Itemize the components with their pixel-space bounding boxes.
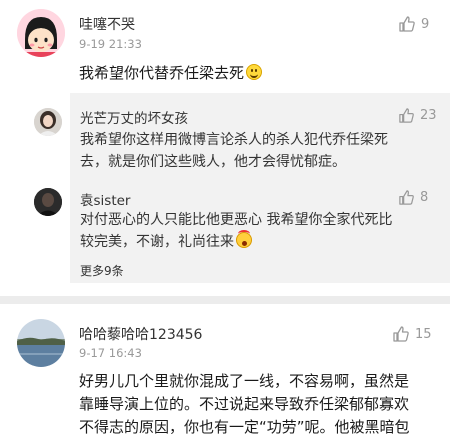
comment-text-line: 靠睡导演上位的。不过说起来导致乔任梁郁郁寡欢 bbox=[79, 395, 410, 413]
avatar[interactable] bbox=[34, 108, 62, 136]
like-count: 15 bbox=[415, 326, 432, 342]
like-count: 9 bbox=[421, 16, 430, 32]
like-count: 8 bbox=[420, 190, 429, 205]
thumbs-up-icon bbox=[399, 190, 414, 205]
shocked-emoji bbox=[236, 230, 252, 248]
timestamp: 9-19 21:33 bbox=[79, 37, 142, 51]
reply-text-line: 我希望你这样用微博言论杀人的杀人犯代乔任梁死 bbox=[80, 132, 388, 148]
reply-text: 我希望你这样用微博言论杀人的杀人犯代乔任梁死 去，就是你们这些贱人，他才会得忧郁… bbox=[80, 129, 388, 173]
thumbs-up-icon bbox=[393, 326, 409, 342]
reply-username[interactable]: 袁sister bbox=[80, 189, 130, 209]
reply-section: 光芒万丈的坏女孩 23 我希望你这样用微博言论杀人的杀人犯代乔任梁死 去，就是你… bbox=[34, 93, 450, 283]
more-replies-link[interactable]: 更多9条 bbox=[80, 262, 124, 279]
comment-text: 我希望你代替乔任梁去死 bbox=[79, 62, 263, 85]
avatar[interactable] bbox=[17, 9, 65, 57]
comment-item: 哈哈藜哈哈123456 9-17 16:43 15 好男儿几个里就你混成了一线，… bbox=[0, 304, 450, 445]
reply-text: 对付恶心的人只能比他更恶心 我希望你全家代死比 较完美，不谢，礼尚往来 bbox=[80, 209, 392, 253]
username[interactable]: 哇噻不哭 bbox=[79, 14, 135, 34]
portrait-avatar-icon bbox=[34, 108, 62, 136]
landscape-avatar-icon bbox=[17, 319, 65, 367]
thumbs-up-icon bbox=[399, 108, 414, 123]
reply-text-line: 对付恶心的人只能比他更恶心 我希望你全家代死比 bbox=[80, 212, 393, 228]
reply-like-button[interactable]: 23 bbox=[398, 107, 437, 124]
dark-portrait-avatar-icon bbox=[34, 188, 62, 216]
username[interactable]: 哈哈藜哈哈123456 bbox=[79, 324, 202, 344]
avatar[interactable] bbox=[34, 188, 62, 216]
comment-text: 好男儿几个里就你混成了一线，不容易啊，虽然是 靠睡导演上位的。不过说起来导致乔任… bbox=[79, 370, 410, 439]
comment-text-line: 不得志的原因，你也有一定“功劳”呢。他被黑暗包 bbox=[79, 418, 410, 436]
reply-like-button[interactable]: 8 bbox=[398, 189, 428, 206]
timestamp: 9-17 16:43 bbox=[79, 346, 142, 360]
comment-item: 哇噻不哭 9-19 21:33 9 我希望你代替乔任梁去死 光芒万丈的坏女孩 2… bbox=[0, 0, 450, 296]
cartoon-girl-avatar-icon bbox=[17, 9, 65, 57]
smile-emoji bbox=[246, 64, 263, 80]
reply-username[interactable]: 光芒万丈的坏女孩 bbox=[80, 107, 188, 127]
reply-text-line: 去，就是你们这些贱人，他才会得忧郁症。 bbox=[80, 154, 346, 170]
comment-text-line: 好男儿几个里就你混成了一线，不容易啊，虽然是 bbox=[79, 372, 410, 390]
comment-text-line: 我希望你代替乔任梁去死 bbox=[79, 64, 245, 82]
like-button[interactable]: 15 bbox=[392, 325, 432, 343]
like-button[interactable]: 9 bbox=[398, 15, 429, 33]
thumbs-up-icon bbox=[399, 16, 415, 32]
like-count: 23 bbox=[420, 108, 437, 123]
reply-text-line: 较完美，不谢，礼尚往来 bbox=[80, 234, 234, 250]
divider bbox=[0, 296, 450, 304]
avatar[interactable] bbox=[17, 319, 65, 367]
